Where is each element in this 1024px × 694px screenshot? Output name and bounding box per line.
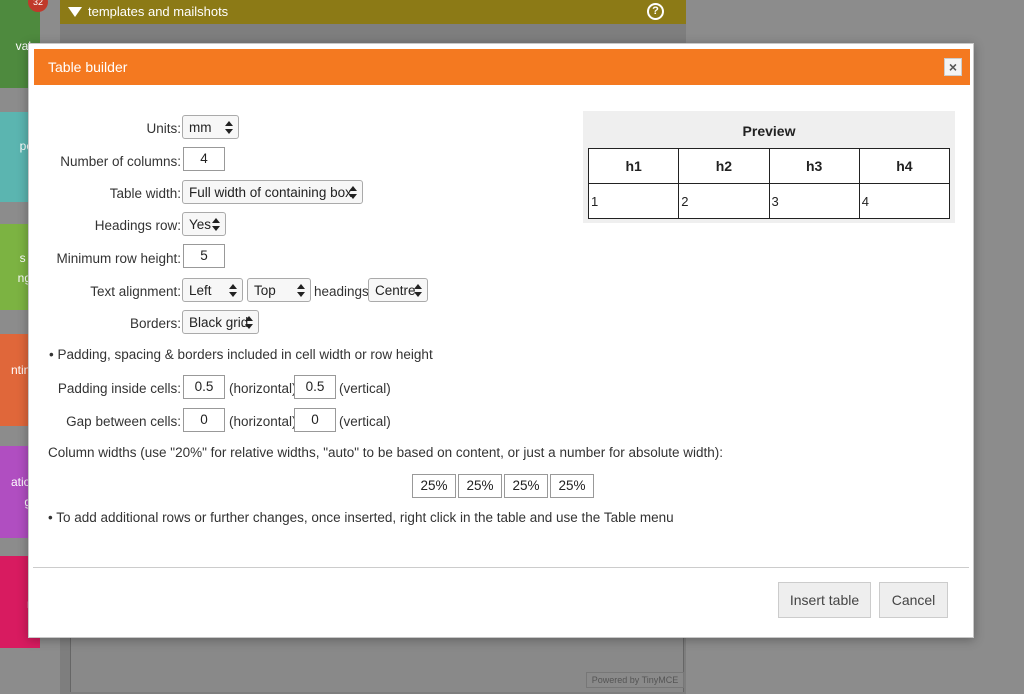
units-select-value: mm — [189, 119, 212, 135]
preview-body-cell: 1 — [587, 183, 680, 219]
select-arrows-icon — [212, 218, 220, 231]
column-width-input[interactable]: 25% — [412, 474, 456, 498]
preview-header-cell: h4 — [858, 148, 951, 184]
vertical-alignment-value: Top — [254, 282, 276, 298]
table-builder-dialog: Table builder × Units: mm Number of colu… — [28, 43, 974, 638]
headings-alignment-select[interactable]: Centre — [368, 278, 428, 302]
padding-horizontal-input[interactable]: 0.5 — [183, 375, 225, 399]
select-arrows-icon — [245, 316, 253, 329]
table-width-label: Table width: — [109, 185, 181, 201]
preview-body-cell: 4 — [858, 183, 951, 219]
cancel-button[interactable]: Cancel — [879, 582, 948, 618]
horizontal-label: (horizontal) — [229, 413, 297, 429]
horizontal-alignment-select[interactable]: Left — [182, 278, 243, 302]
gap-label: Gap between cells: — [66, 413, 181, 429]
headings-alignment-label: headings: — [314, 283, 373, 299]
units-select[interactable]: mm — [182, 115, 239, 139]
dialog-title: Table builder — [48, 59, 128, 75]
select-arrows-icon — [349, 186, 357, 199]
select-arrows-icon — [297, 284, 305, 297]
preview-header-cell: h3 — [768, 148, 860, 184]
select-arrows-icon — [225, 121, 233, 134]
dialog-header: Table builder × — [34, 49, 970, 85]
headings-alignment-value: Centre — [375, 282, 416, 298]
close-icon[interactable]: × — [944, 58, 962, 76]
borders-select-value: Black grid — [189, 314, 249, 330]
dialog-footer-divider — [33, 567, 969, 568]
rows-note: • To add additional rows or further chan… — [48, 510, 674, 525]
headings-row-select[interactable]: Yes — [182, 212, 226, 236]
insert-table-button[interactable]: Insert table — [778, 582, 871, 618]
column-width-input[interactable]: 25% — [550, 474, 594, 498]
templates-section-header[interactable]: templates and mailshots ? — [60, 0, 686, 24]
padding-vertical-input[interactable]: 0.5 — [294, 375, 336, 399]
padding-label: Padding inside cells: — [57, 380, 181, 396]
preview-body-row: 1 2 3 4 — [587, 183, 951, 219]
table-preview: Preview h1 h2 h3 h4 1 2 3 4 — [583, 111, 955, 223]
collapse-triangle-icon — [68, 7, 82, 17]
preview-body-cell: 3 — [768, 183, 860, 219]
vertical-label: (vertical) — [339, 380, 391, 396]
units-label: Units: — [146, 120, 181, 136]
min-row-height-label: Minimum row height: — [56, 250, 181, 266]
table-width-select[interactable]: Full width of containing box — [182, 180, 363, 204]
select-arrows-icon — [229, 284, 237, 297]
horizontal-alignment-value: Left — [189, 282, 212, 298]
powered-by-label: Powered by TinyMCE — [586, 672, 684, 688]
padding-note: • Padding, spacing & borders included in… — [49, 347, 433, 362]
columns-label: Number of columns: — [60, 153, 181, 169]
select-arrows-icon — [414, 284, 422, 297]
headings-row-select-value: Yes — [189, 216, 212, 232]
preview-table: h1 h2 h3 h4 1 2 3 4 — [587, 148, 951, 219]
min-row-height-input[interactable]: 5 — [183, 244, 225, 268]
preview-body-cell: 2 — [678, 183, 770, 219]
horizontal-label: (horizontal) — [229, 380, 297, 396]
templates-section-title: templates and mailshots — [88, 4, 229, 19]
table-width-select-value: Full width of containing box — [189, 184, 352, 200]
preview-title: Preview — [742, 123, 796, 139]
gap-vertical-input[interactable]: 0 — [294, 408, 336, 432]
borders-select[interactable]: Black grid — [182, 310, 259, 334]
headings-row-label: Headings row: — [94, 217, 181, 233]
help-icon[interactable]: ? — [647, 3, 664, 20]
column-width-input[interactable]: 25% — [504, 474, 548, 498]
preview-header-row: h1 h2 h3 h4 — [587, 148, 951, 184]
vertical-alignment-select[interactable]: Top — [247, 278, 311, 302]
borders-label: Borders: — [129, 315, 181, 331]
text-alignment-label: Text alignment: — [90, 283, 181, 299]
column-widths-label: Column widths (use "20%" for relative wi… — [48, 445, 724, 460]
column-width-input[interactable]: 25% — [458, 474, 502, 498]
columns-input[interactable]: 4 — [183, 147, 225, 171]
gap-horizontal-input[interactable]: 0 — [183, 408, 225, 432]
vertical-label: (vertical) — [339, 413, 391, 429]
preview-header-cell: h2 — [678, 148, 770, 184]
preview-header-cell: h1 — [587, 148, 680, 184]
